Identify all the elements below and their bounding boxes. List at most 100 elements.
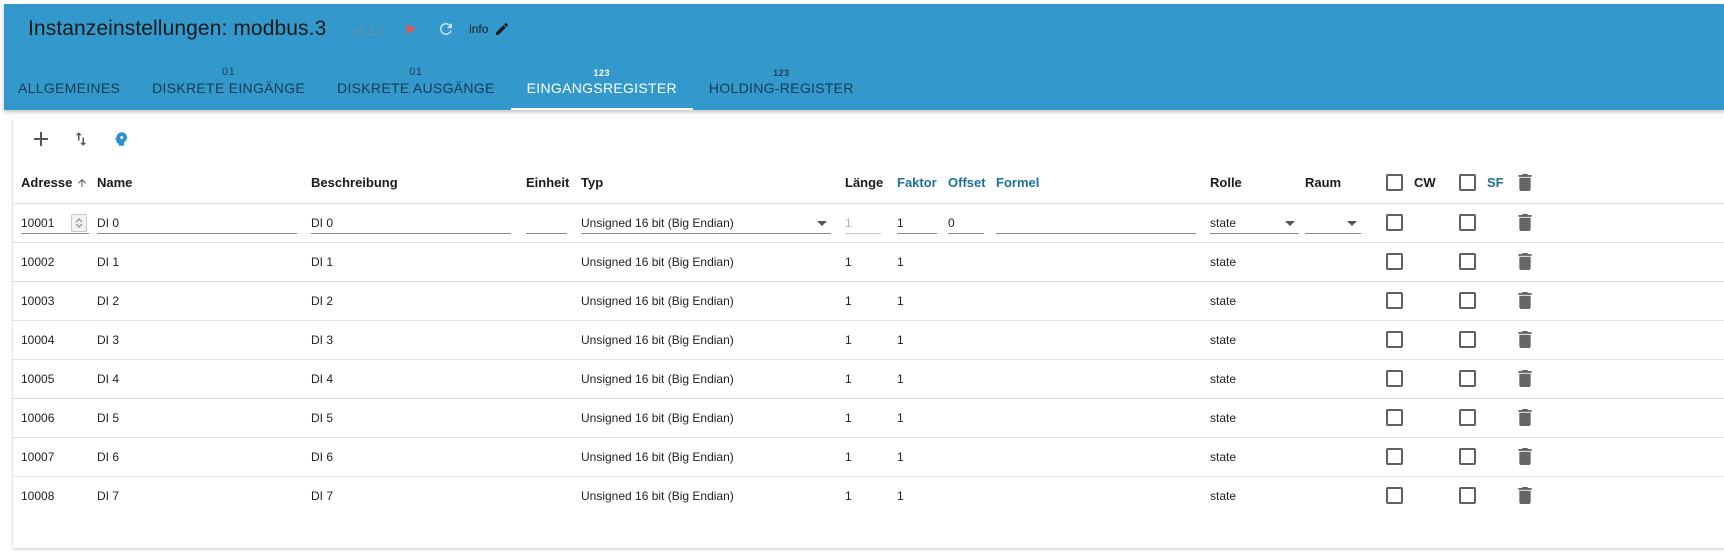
col-formel[interactable]: Formel bbox=[996, 163, 1210, 204]
sort-icon[interactable] bbox=[61, 119, 101, 159]
sf-cell bbox=[1459, 320, 1487, 360]
tab-diskrete-ausgaenge[interactable]: 01 DISKRETE AUSGÄNGE bbox=[321, 60, 511, 110]
adresse-cell: 10003 bbox=[13, 281, 97, 321]
typ-select[interactable]: Unsigned 16 bit (Big Endian) bbox=[581, 212, 831, 234]
table-row[interactable]: 10005 DI 4 DI 4 Unsigned 16 bit (Big Endian… bbox=[13, 359, 1724, 399]
reload-icon[interactable] bbox=[437, 20, 455, 38]
delete-icon[interactable] bbox=[1518, 331, 1532, 348]
cw-checkbox[interactable] bbox=[1386, 370, 1403, 387]
cw-checkbox[interactable] bbox=[1386, 448, 1403, 465]
cw-checkbox[interactable] bbox=[1386, 253, 1403, 270]
formel-input[interactable] bbox=[996, 212, 1196, 234]
delete-icon[interactable] bbox=[1518, 214, 1532, 231]
sf-checkbox[interactable] bbox=[1459, 487, 1476, 505]
table-row[interactable]: 10004 DI 3 DI 3 Unsigned 16 bit (Big Endian… bbox=[13, 320, 1724, 360]
pencil-icon[interactable] bbox=[494, 21, 510, 37]
name-input[interactable]: DI 0 bbox=[97, 212, 297, 234]
col-offset[interactable]: Offset bbox=[948, 163, 996, 204]
delete-icon[interactable] bbox=[1518, 253, 1532, 270]
tab-allgemeines[interactable]: ALLGEMEINES bbox=[4, 60, 136, 110]
delete-icon[interactable] bbox=[1518, 370, 1532, 387]
einheit-input[interactable] bbox=[526, 212, 567, 234]
rolle-cell: state bbox=[1210, 359, 1305, 399]
tab-eingangsregister[interactable]: 123 EINGANGSREGISTER bbox=[510, 60, 693, 110]
name-cell: DI 4 bbox=[97, 359, 311, 399]
info-link[interactable]: info bbox=[469, 22, 488, 36]
beschreibung-input[interactable]: DI 0 bbox=[311, 212, 511, 234]
sf-cell bbox=[1459, 476, 1487, 515]
col-rolle[interactable]: Rolle bbox=[1210, 163, 1305, 204]
tab-type-badge: 01 bbox=[409, 66, 423, 78]
sf-select-all-checkbox[interactable] bbox=[1459, 174, 1476, 192]
rolle-cell: state bbox=[1210, 203, 1305, 243]
table-row[interactable]: 10008 DI 7 DI 7 Unsigned 16 bit (Big Endian… bbox=[13, 476, 1724, 515]
typ-cell: Unsigned 16 bit (Big Endian) bbox=[581, 203, 845, 243]
name-cell: DI 6 bbox=[97, 437, 311, 477]
col-name[interactable]: Name bbox=[97, 163, 311, 204]
col-sf[interactable]: SF bbox=[1487, 163, 1518, 204]
delete-cell bbox=[1518, 203, 1724, 243]
delete-all-icon[interactable] bbox=[1518, 174, 1532, 192]
sf-checkbox[interactable] bbox=[1459, 331, 1476, 348]
col-raum[interactable]: Raum bbox=[1305, 163, 1386, 204]
cw-checkbox[interactable] bbox=[1386, 487, 1403, 505]
sf-spacer bbox=[1487, 203, 1518, 243]
col-laenge[interactable]: Länge bbox=[845, 163, 897, 204]
rolle-select[interactable]: state bbox=[1210, 212, 1299, 234]
table-row[interactable]: 10006 DI 5 DI 5 Unsigned 16 bit (Big Endian… bbox=[13, 398, 1724, 438]
sf-checkbox[interactable] bbox=[1459, 448, 1476, 465]
tab-holding-register[interactable]: 123 HOLDING-REGISTER bbox=[693, 60, 870, 110]
sf-checkbox[interactable] bbox=[1459, 214, 1476, 231]
offset-cell bbox=[948, 242, 996, 282]
col-faktor[interactable]: Faktor bbox=[897, 163, 948, 204]
col-adresse[interactable]: Adresse bbox=[13, 163, 97, 204]
offset-cell bbox=[948, 359, 996, 399]
cw-select-all-checkbox[interactable] bbox=[1386, 174, 1403, 192]
delete-icon[interactable] bbox=[1518, 448, 1532, 465]
delete-icon[interactable] bbox=[1518, 409, 1532, 426]
cw-checkbox[interactable] bbox=[1386, 409, 1403, 426]
offset-cell bbox=[948, 437, 996, 477]
faktor-cell: 1 bbox=[897, 488, 904, 503]
sf-cell bbox=[1459, 398, 1487, 438]
raum-select[interactable] bbox=[1305, 212, 1361, 234]
tab-diskrete-eingaenge[interactable]: 01 DISKRETE EINGÄNGE bbox=[136, 60, 321, 110]
raum-cell bbox=[1305, 242, 1386, 282]
cw-checkbox[interactable] bbox=[1386, 331, 1403, 348]
cw-checkbox[interactable] bbox=[1386, 214, 1403, 231]
name-cell: DI 1 bbox=[97, 242, 311, 282]
faktor-input[interactable]: 1 bbox=[897, 212, 937, 234]
offset-input[interactable]: 0 bbox=[948, 212, 984, 234]
head-icon[interactable] bbox=[101, 119, 141, 159]
table-toolbar bbox=[13, 118, 141, 160]
laenge-cell: 1 bbox=[845, 281, 897, 321]
col-beschreibung[interactable]: Beschreibung bbox=[311, 163, 526, 204]
rolle-cell: state bbox=[1210, 398, 1305, 438]
delete-icon[interactable] bbox=[1518, 487, 1532, 505]
beschreibung-cell: DI 0 bbox=[311, 203, 526, 243]
col-typ[interactable]: Typ bbox=[581, 163, 845, 204]
title-bar: Instanzeinstellungen: modbus.3 v6.1.0 in… bbox=[4, 4, 1724, 54]
cw-cell bbox=[1386, 242, 1414, 282]
col-einheit[interactable]: Einheit bbox=[526, 163, 581, 204]
cw-checkbox[interactable] bbox=[1386, 292, 1403, 309]
sf-checkbox[interactable] bbox=[1459, 253, 1476, 270]
app-bar: Instanzeinstellungen: modbus.3 v6.1.0 in… bbox=[4, 4, 1724, 110]
table-row[interactable]: 10002 DI 1 DI 1 Unsigned 16 bit (Big Endian… bbox=[13, 242, 1724, 282]
sf-checkbox[interactable] bbox=[1459, 292, 1476, 309]
sf-checkbox[interactable] bbox=[1459, 409, 1476, 426]
delete-icon[interactable] bbox=[1518, 292, 1532, 309]
name-cell: DI 7 bbox=[97, 488, 120, 503]
adresse-input[interactable]: 10001 bbox=[21, 212, 89, 234]
spinner-icon[interactable] bbox=[71, 213, 87, 232]
play-icon[interactable] bbox=[405, 23, 417, 35]
table-row[interactable]: 10007 DI 6 DI 6 Unsigned 16 bit (Big Endian… bbox=[13, 437, 1724, 477]
sf-checkbox[interactable] bbox=[1459, 370, 1476, 387]
table-row[interactable]: 10003 DI 2 DI 2 Unsigned 16 bit (Big Endian… bbox=[13, 281, 1724, 321]
sf-spacer bbox=[1487, 398, 1518, 438]
adresse-cell: 10007 bbox=[13, 437, 97, 477]
laenge-cell: 1 bbox=[845, 203, 897, 243]
beschreibung-cell: DI 7 bbox=[311, 488, 334, 503]
add-icon[interactable] bbox=[21, 119, 61, 159]
col-cw[interactable]: CW bbox=[1414, 163, 1459, 204]
